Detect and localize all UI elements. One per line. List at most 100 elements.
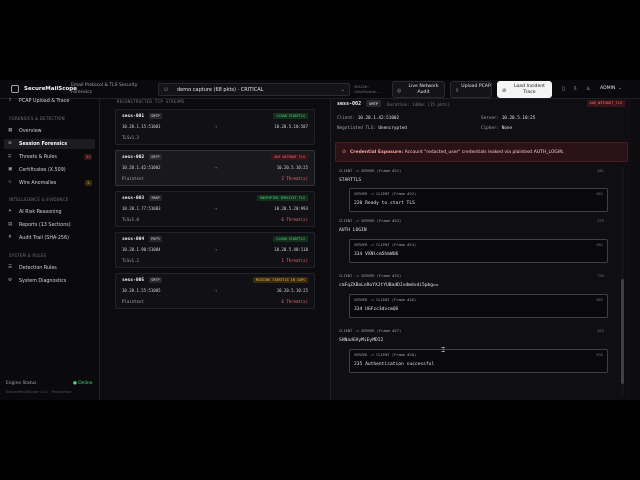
stream-card-sess-004[interactable]: sess-004 POP3 CLEAN STARTTLS 10.20.1.90:…	[115, 232, 315, 268]
upload-icon: ⇪	[455, 88, 460, 94]
user-name[interactable]: ADMIN	[600, 86, 615, 91]
brand-separator: /	[64, 86, 66, 92]
sidebar-item-label: Overview	[19, 128, 42, 134]
anomalies-count-badge: 2	[85, 180, 92, 186]
session-status-badge: AUE_WITHOUT_TLS	[586, 100, 625, 107]
stream-status-badge: ENCRYPTED IMPLICIT TLS	[257, 195, 308, 201]
sidebar-item-certificates[interactable]: ▣ Certificates (X.509)	[4, 165, 95, 175]
list-icon: ☰	[8, 265, 13, 270]
trace-frame: CLIENT -> SERVER (Frame #27) 622 SHNadGVy…	[339, 329, 604, 343]
stream-tls-version: TLSv1.0	[122, 217, 139, 222]
streams-heading: RECONSTRUCTED TCP STREAMS	[117, 99, 185, 104]
engine-version: SecureMailScope v1.0 · Production	[6, 389, 72, 394]
user-icon[interactable]: ♙	[586, 86, 590, 92]
sidebar-item-label: Certificates (X.509)	[19, 167, 66, 173]
arrow-right-icon: →	[214, 165, 218, 170]
sidebar-item-reports[interactable]: ▤ Reports (13 Sections)	[4, 220, 95, 230]
live-network-audit-button[interactable]: ◎ Live Network Audit	[392, 81, 445, 98]
stream-tls-version: TLSv1.3	[122, 135, 139, 140]
load-incident-trace-button[interactable]: ⊘ Load Incident Trace	[497, 81, 552, 98]
stream-id: sess-001	[122, 114, 145, 119]
top-bar: SecureMailScope / Email Protocol & TLS S…	[0, 80, 640, 99]
stream-status-badge: AUE WITHOUT TLS	[271, 154, 308, 160]
stream-protocol: SMTP	[149, 113, 162, 119]
sidebar-item-detection-rules[interactable]: ☰ Detection Rules	[4, 263, 95, 273]
stream-threat-count: 6 Threat(s)	[281, 217, 309, 222]
trace-frame: SERVER -> CLIENT (Frame #24) 581 334 VXNl…	[349, 239, 608, 263]
sidebar-item-pcap-upload[interactable]: ⇪ PCAP Upload & Trace	[4, 96, 95, 106]
session-detail-panel: sess-002 SMTP Duration: 140ms (15 pkts) …	[330, 99, 631, 400]
session-protocol: SMTP	[366, 100, 382, 107]
sidebar-item-audit-trail[interactable]: # Audit Trail (SHA-256)	[4, 233, 95, 243]
stream-card-sess-001[interactable]: sess-001 SMTP CLEAN STARTTLS 10.20.1.15:…	[115, 109, 315, 145]
stream-card-sess-002[interactable]: sess-002 SMTP AUE WITHOUT TLS 10.20.1.42…	[115, 150, 315, 186]
stream-destination: 10.20.5.20:993	[274, 206, 308, 211]
download-icon[interactable]: ⇩	[573, 86, 578, 92]
mouse-cursor-icon: ⌶	[441, 346, 446, 354]
stream-tls-version: Plaintext	[122, 176, 144, 181]
stack-icon: ≣	[8, 141, 12, 146]
sidebar-section-title: SYSTEM & RULES	[9, 253, 47, 258]
upload-pcap-button[interactable]: ⇪ Upload PCAP	[450, 81, 492, 98]
sidebar-item-label: Detection Rules	[19, 265, 57, 271]
trace-scroll-thumb[interactable]	[621, 279, 624, 384]
sidebar-item-overview[interactable]: ▦ Overview	[4, 126, 95, 136]
stream-threat-count: 6 Threat(s)	[281, 299, 309, 304]
stream-card-sess-005[interactable]: sess-005 SMTP MISSING STARTTLS IN CAPS 1…	[115, 273, 315, 309]
sidebar-item-label: Threats & Rules	[19, 154, 57, 160]
upload-pcap-label: Upload PCAP	[461, 84, 491, 89]
stream-tls-version: TLSv1.2	[122, 258, 139, 263]
sidebar-item-threats-rules[interactable]: ⛨ Threats & Rules 31	[4, 152, 95, 162]
gear-icon: ⚙	[8, 278, 13, 283]
stream-threat-count: 1 Threat(s)	[281, 258, 309, 263]
stream-status-badge: CLEAN STARTTLS	[273, 113, 308, 119]
stream-protocol: SMTP	[149, 154, 162, 160]
grid-icon: ▦	[8, 128, 13, 133]
shield-icon: ⛨	[8, 155, 12, 160]
chevron-down-icon: ⌄	[340, 87, 345, 93]
engine-online-indicator: ● Online	[73, 381, 93, 386]
brand-logo-icon	[11, 85, 19, 93]
stream-id: sess-005	[122, 278, 145, 283]
capture-select[interactable]: ⛁ demo capture (68 pkts) · CRITICAL ⌄	[158, 83, 350, 96]
alert-circle-icon: ⊘	[502, 88, 507, 94]
sidebar-section-title: FORENSICS & DETECTION	[9, 116, 65, 121]
stream-threat-count: 2 Threat(s)	[281, 176, 309, 181]
stream-card-sess-003[interactable]: sess-003 IMAP ENCRYPTED IMPLICIT TLS 10.…	[115, 191, 315, 227]
sidebar-item-label: Wire Anomalies	[19, 180, 57, 186]
trace-frame: CLIENT -> SERVER (Frame #23) 575 AUTH LOG…	[339, 219, 604, 233]
stream-status-badge: CLEAN STARTTLS	[273, 236, 308, 242]
stream-id: sess-003	[122, 196, 145, 201]
stream-destination: 10.20.5.10:25	[276, 288, 308, 293]
live-network-audit-label: Live Network Audit	[408, 84, 439, 95]
sidebar-item-system-diagnostics[interactable]: ⚙ System Diagnostics	[4, 276, 95, 286]
stream-destination: 10.20.5.10:25	[276, 165, 308, 170]
negotiated-tls: Negotiated TLS: Unencrypted	[337, 126, 407, 131]
sparkle-icon: ✦	[8, 209, 12, 214]
stream-protocol: SMTP	[149, 277, 162, 283]
hash-icon: #	[8, 235, 12, 240]
session-duration: Duration: 140ms (15 pkts)	[387, 101, 451, 107]
protocol-trace[interactable]: CLIENT -> SERVER (Frame #21) 581 STARTTLS…	[335, 166, 620, 396]
stream-source: 10.20.1.77:51003	[122, 206, 161, 211]
trace-frame: SERVER -> CLIENT (Frame #26) 605 334 UGFz…	[349, 294, 608, 318]
sidebar-item-wire-anomalies[interactable]: ∿ Wire Anomalies 2	[4, 178, 95, 188]
hash-value: c5be94cbcb...	[354, 90, 383, 94]
sidebar-item-ai-risk[interactable]: ✦ AI Risk Reasoning	[4, 207, 95, 217]
stream-destination: 10.20.5.10:587	[274, 124, 308, 129]
credential-exposure-alert: ⊘ Credential Exposure: Account "redacted…	[335, 142, 628, 162]
stream-source: 10.20.1.42:51002	[122, 165, 161, 170]
arrow-right-icon: →	[214, 206, 218, 211]
user-menu-chevron-icon[interactable]: ⌄	[618, 85, 622, 91]
sidebar: ⇪ PCAP Upload & Trace FORENSICS & DETECT…	[0, 96, 100, 400]
sidebar-item-label: PCAP Upload & Trace	[19, 98, 70, 104]
document-icon[interactable]: ▯	[562, 86, 565, 92]
sidebar-item-session-forensics[interactable]: ≣ Session Forensics	[4, 139, 95, 149]
stream-destination: 10.20.5.40:110	[274, 247, 308, 252]
server-address: Server: 10.20.5.10:25	[481, 116, 536, 121]
sidebar-item-label: System Diagnostics	[19, 278, 67, 284]
capture-select-value: demo capture (68 pkts) · CRITICAL	[177, 87, 264, 93]
database-icon: ⛁	[164, 87, 169, 93]
certificate-icon: ▣	[8, 167, 13, 172]
client-address: Client: 10.20.1.42:51002	[337, 116, 400, 121]
